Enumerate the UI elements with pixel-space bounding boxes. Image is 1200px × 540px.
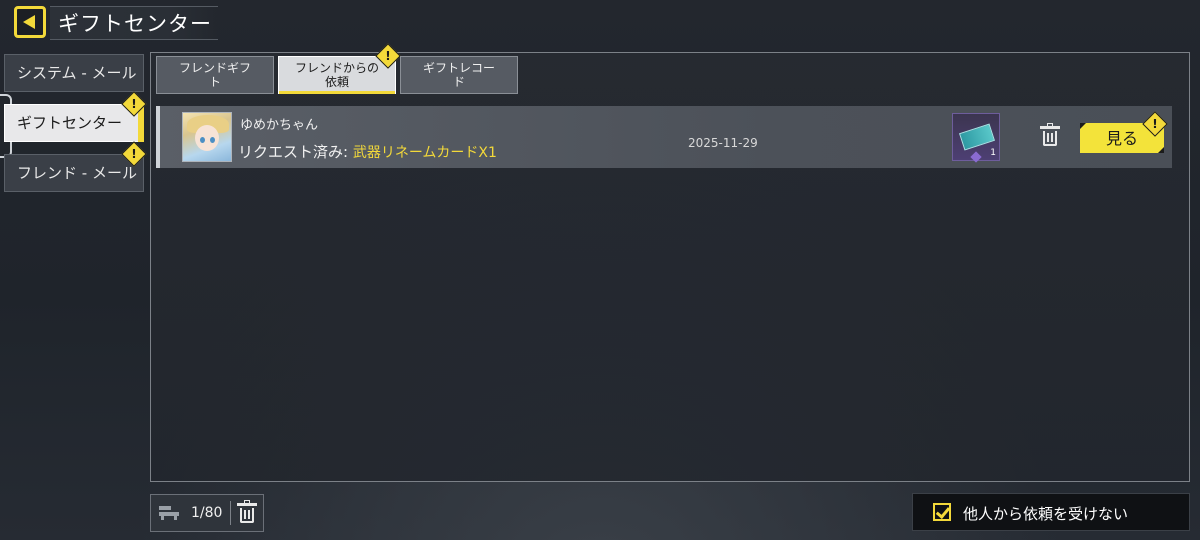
request-item-name: 武器リネームカードX1 <box>352 145 497 161</box>
tab-label: フレンドからの依頼 <box>295 61 380 89</box>
trash-icon <box>240 508 254 523</box>
avatar-face <box>195 125 219 151</box>
sidebar-item-label: フレンド - メール <box>17 164 137 182</box>
request-row: ゆめかちゃん リクエスト済み: 武器リネームカードX1 2025-11-29 1… <box>156 106 1172 168</box>
rarity-gem-icon <box>970 151 982 163</box>
avatar-eye <box>210 137 215 143</box>
sidebar-item-system-mail[interactable]: システム - メール <box>4 54 144 92</box>
delete-all-button[interactable] <box>237 500 257 523</box>
tab-label: ギフトレコード <box>422 61 495 89</box>
page-title: ギフトセンター <box>58 12 212 36</box>
capacity-count: 1/80 <box>191 505 223 521</box>
friend-name: ゆめかちゃん <box>240 118 319 133</box>
avatar[interactable] <box>182 112 232 162</box>
tab-friend-gift[interactable]: フレンドギフト <box>156 56 274 94</box>
rename-card-icon[interactable]: 1 <box>952 113 1000 163</box>
request-date: 2025-11-29 <box>688 136 758 150</box>
delete-request-button[interactable] <box>1040 123 1060 146</box>
item-quantity: 1 <box>990 148 996 158</box>
tab-label: フレンドギフト <box>178 61 251 89</box>
sidebar-item-label: ギフトセンター <box>17 114 123 132</box>
chevron-left-icon <box>23 15 35 29</box>
tab-friend-requests[interactable]: フレンドからの依頼 <box>278 56 396 94</box>
tab-gift-record[interactable]: ギフトレコード <box>400 56 518 94</box>
card-shape <box>959 123 995 151</box>
sidebar-item-label: システム - メール <box>17 64 137 82</box>
decline-requests-label: 他人から依頼を受けない <box>963 505 1129 523</box>
trash-lid <box>237 503 257 506</box>
checkbox-checked-icon[interactable] <box>933 503 951 521</box>
trash-icon <box>1043 131 1057 146</box>
request-status: リクエスト済み: 武器リネームカードX1 <box>238 141 497 162</box>
back-button[interactable] <box>14 6 46 38</box>
sidebar-item-gift-center[interactable]: ギフトセンター <box>4 104 144 142</box>
capacity-box: 1/80 <box>150 494 264 532</box>
sidebar-item-friend-mail[interactable]: フレンド - メール <box>4 154 144 192</box>
storage-icon <box>159 506 179 520</box>
request-status-label: リクエスト済み: <box>238 143 349 161</box>
avatar-eye <box>200 137 205 143</box>
trash-lid <box>1040 126 1060 129</box>
divider <box>230 501 231 525</box>
decline-requests-toggle[interactable]: 他人から依頼を受けない <box>912 493 1190 531</box>
